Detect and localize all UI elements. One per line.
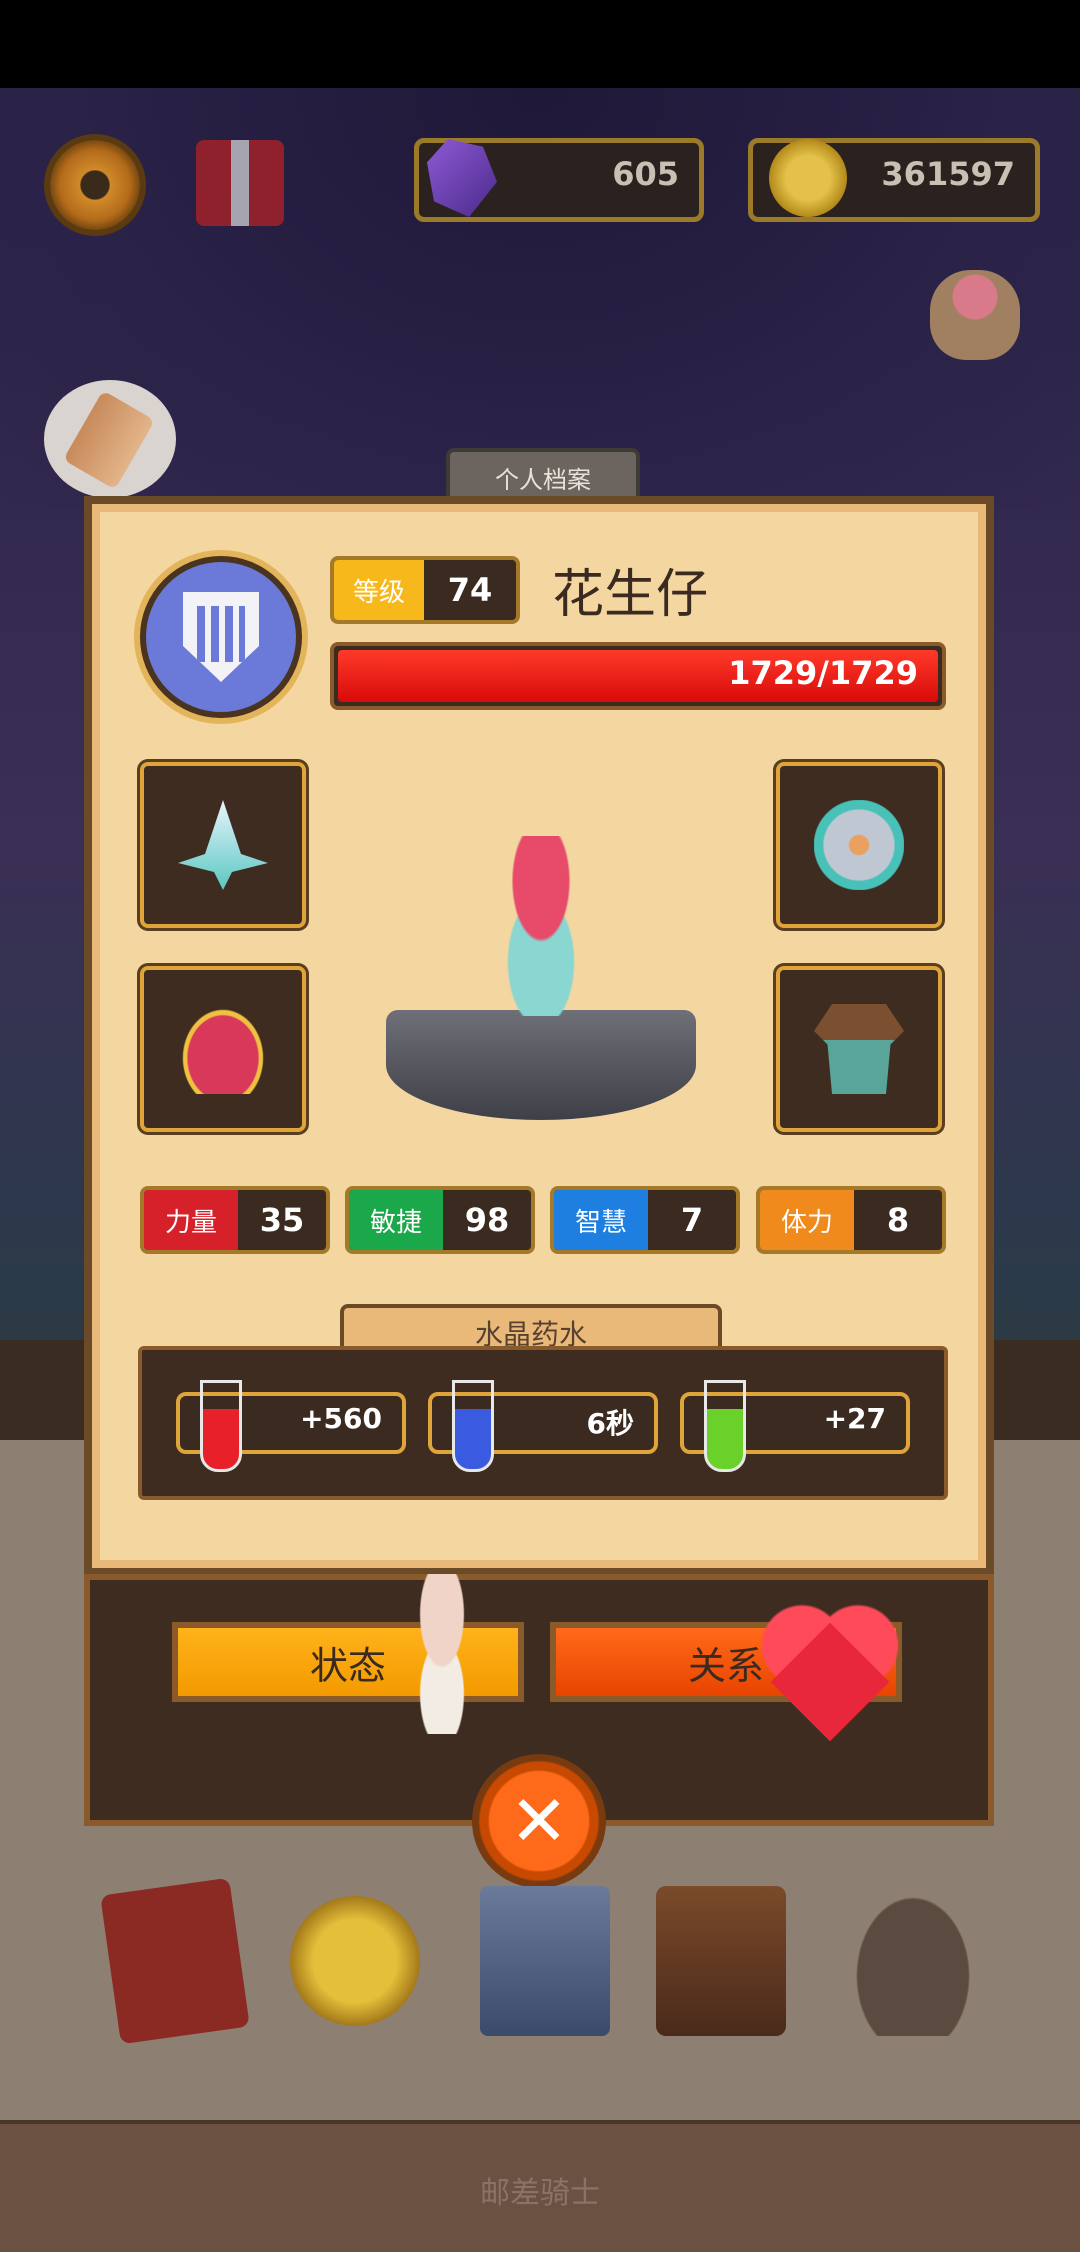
red-heal-potion-icon: [200, 1380, 242, 1472]
level-value: 74: [447, 571, 493, 609]
stat-label: 智慧: [554, 1190, 648, 1250]
stat-label: 力量: [144, 1190, 238, 1250]
winged-amulet-icon: [814, 800, 904, 890]
star-medal-icon[interactable]: [290, 1896, 420, 2026]
guild-emblem-icon: [140, 556, 302, 718]
gem-counter: 605: [414, 138, 704, 222]
equip-slot-weapon[interactable]: [140, 762, 306, 928]
green-attack-potion-icon: [704, 1380, 746, 1472]
stat-value: 7: [680, 1201, 704, 1239]
hp-text: 1729/1729: [728, 654, 918, 692]
treasure-bag-icon[interactable]: [930, 270, 1020, 360]
game-title: 邮差骑士: [480, 2176, 600, 2211]
gift-box-icon[interactable]: [196, 140, 284, 226]
scroll-icon: [63, 390, 155, 490]
leather-armor-icon: [814, 1004, 904, 1094]
stat-value: 35: [259, 1201, 305, 1239]
stat-value: 98: [464, 1201, 510, 1239]
equip-slot-accessory[interactable]: [776, 762, 942, 928]
coin-counter: 361597: [748, 138, 1040, 222]
stat-wisdom: 智慧 7: [550, 1186, 740, 1254]
npc-girl-character: [392, 1574, 492, 1734]
stat-stamina: 体力 8: [756, 1186, 946, 1254]
stat-value: 8: [886, 1201, 910, 1239]
close-button[interactable]: ✕: [472, 1754, 606, 1888]
card-deck-icon[interactable]: [480, 1886, 610, 2036]
coin-count: 361597: [881, 155, 1015, 193]
stone-pedestal: [386, 1010, 696, 1120]
gem-count: 605: [612, 155, 679, 193]
level-badge: 等级 74: [330, 556, 520, 624]
potion-value: +560: [300, 1402, 382, 1435]
chest-icon[interactable]: [656, 1886, 786, 2036]
equip-slot-helmet[interactable]: [140, 966, 306, 1132]
quest-scroll-bubble[interactable]: [44, 380, 176, 498]
level-label: 等级: [334, 560, 424, 620]
settings-gear-icon[interactable]: [50, 140, 140, 230]
gem-icon: [427, 139, 497, 217]
potion-value: +27: [823, 1402, 886, 1435]
red-helmet-icon: [178, 1004, 268, 1094]
blue-hourglass-potion-icon: [452, 1380, 494, 1472]
equip-slot-armor[interactable]: [776, 966, 942, 1132]
coin-icon: [769, 139, 847, 217]
heart-icon: [760, 1600, 900, 1730]
book-icon[interactable]: [100, 1877, 250, 2045]
crystal-blade-icon: [178, 800, 268, 890]
status-bar: [0, 0, 1080, 88]
stat-strength: 力量 35: [140, 1186, 330, 1254]
hero-character: [476, 836, 606, 1016]
character-name: 花生仔: [552, 565, 709, 625]
potion-value: 6秒: [586, 1407, 634, 1440]
shield-icon: [183, 592, 259, 682]
stat-label: 体力: [760, 1190, 854, 1250]
stat-agility: 敏捷 98: [345, 1186, 535, 1254]
loot-sack-icon[interactable]: [848, 1886, 978, 2036]
hp-bar: 1729/1729: [330, 642, 946, 710]
stat-label: 敏捷: [349, 1190, 443, 1250]
